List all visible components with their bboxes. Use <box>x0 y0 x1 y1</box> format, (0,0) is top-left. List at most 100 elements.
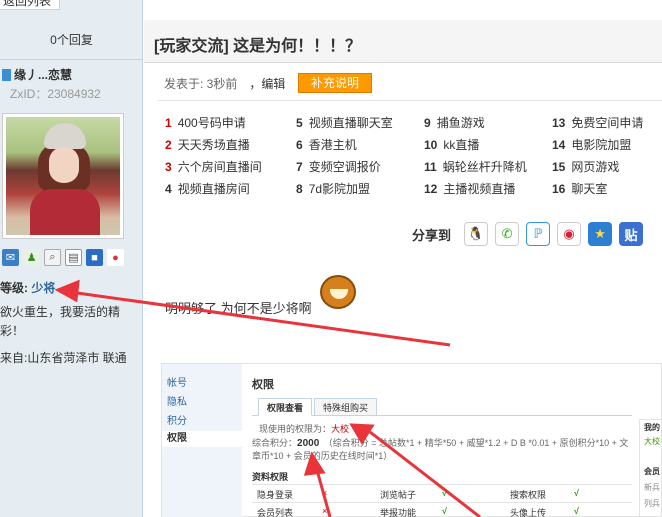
ad-link[interactable]: 6 香港主机 <box>296 136 357 153</box>
ad-link-text[interactable]: kk直播 <box>443 138 479 152</box>
ad-link-number: 11 <box>424 160 437 174</box>
ad-link[interactable]: 7 变频空调报价 <box>296 158 381 175</box>
ad-link-text[interactable]: 天天秀场直播 <box>178 138 250 152</box>
level-value[interactable]: 少将 <box>31 281 55 295</box>
ad-link-text[interactable]: 六个房间直播间 <box>178 160 262 174</box>
user-level: 等级: 少将 <box>0 279 55 296</box>
post-time: 发表于: 3秒前 <box>164 77 238 91</box>
ad-link-number: 14 <box>552 138 566 152</box>
ad-link-text[interactable]: 变频空调报价 <box>309 160 381 174</box>
embed-nav-privacy: 隐私 <box>167 397 187 408</box>
ad-link[interactable]: 3 六个房间直播间 <box>165 158 262 175</box>
embed-tabs: 权限查看 特殊组购买 <box>252 398 632 416</box>
ad-link[interactable]: 1 400号码申请 <box>165 114 246 131</box>
ad-link[interactable]: 4 视频直播房间 <box>165 180 250 197</box>
ad-link[interactable]: 5 视频直播聊天室 <box>296 114 393 131</box>
ad-link-text[interactable]: 电影院加盟 <box>571 138 631 152</box>
mail-icon[interactable]: ✉ <box>2 249 19 266</box>
search-profile-icon[interactable]: ⌕ <box>44 249 61 266</box>
perm-value: 大校 <box>331 424 350 434</box>
share-bar: 分享到 🐧 ✆ ℙ ◉ ★ 贴 <box>412 222 644 246</box>
ad-link-number: 13 <box>552 116 566 130</box>
embed-title: 权限 <box>252 379 274 391</box>
ad-link-number: 1 <box>165 116 172 130</box>
ad-link-number: 7 <box>296 160 303 174</box>
supplement-button[interactable]: 补充说明 <box>298 73 372 93</box>
ad-link-text[interactable]: 7d影院加盟 <box>309 182 370 196</box>
ad-link-text[interactable]: 免费空间申请 <box>571 116 643 130</box>
tieba-icon[interactable]: 贴 <box>619 222 644 246</box>
ad-link[interactable]: 9 捕鱼游戏 <box>424 114 485 131</box>
qzone-star-icon[interactable]: ★ <box>588 222 613 246</box>
embed-section-title: 资料权限 <box>252 472 289 482</box>
table-cell: 搜索权限 <box>510 490 547 500</box>
table-cell: 举报功能 <box>380 508 417 517</box>
avatar[interactable] <box>2 113 124 239</box>
ad-link-number: 10 <box>424 138 438 152</box>
table-cell: 头像上传 <box>510 508 547 517</box>
embed-side-1: 大校 <box>644 437 660 446</box>
post-meta: 发表于: 3秒前 ，编辑 <box>164 75 285 92</box>
ad-link-number: 9 <box>424 116 431 130</box>
table-row: 会员列表 × 举报功能 √ 头像上传 √ <box>252 502 632 517</box>
ad-link[interactable]: 2 天天秀场直播 <box>165 136 250 153</box>
ad-link-text[interactable]: 香港主机 <box>309 138 357 152</box>
table-cell: √ <box>574 488 579 498</box>
qq-icon[interactable]: ● <box>107 249 124 266</box>
table-row: 隐身登录 × 浏览帖子 √ 搜索权限 √ <box>252 484 632 502</box>
ad-link[interactable]: 14 电影院加盟 <box>552 136 631 153</box>
back-to-list-button[interactable]: 返回列表 <box>0 0 61 10</box>
ad-link[interactable]: 8 7d影院加盟 <box>296 180 370 197</box>
ad-link-text[interactable]: 视频直播聊天室 <box>309 116 393 130</box>
ad-link-text[interactable]: 蜗轮丝杆升降机 <box>443 160 527 174</box>
crying-emoji-icon <box>320 275 356 309</box>
ad-link-text[interactable]: 网页游戏 <box>571 160 619 174</box>
ad-link-number: 15 <box>552 160 566 174</box>
user-icon <box>2 69 11 81</box>
ad-link-number: 16 <box>552 182 566 196</box>
embed-side-panel: 我的 大校 会员 新兵 列兵 <box>639 419 662 517</box>
table-cell: 浏览帖子 <box>380 490 417 500</box>
ad-link[interactable]: 10 kk直播 <box>424 136 479 153</box>
user-name[interactable]: 缘丿...恋慧 <box>2 66 72 83</box>
ad-link[interactable]: 11 蜗轮丝杆升降机 <box>424 158 527 175</box>
ad-link-text[interactable]: 捕鱼游戏 <box>437 116 485 130</box>
ad-link-text[interactable]: 400号码申请 <box>178 116 246 130</box>
score-value: 2000 <box>297 438 320 449</box>
embedded-screenshot: 帐号 隐私 积分 权限 权限 权限查看 特殊组购买 现使用的权限为：大校 综合积… <box>161 363 662 517</box>
perm-label: 现使用的权限为： <box>259 424 332 434</box>
edit-link[interactable]: ，编辑 <box>249 77 285 91</box>
qq-share-icon[interactable]: 🐧 <box>464 222 489 246</box>
add-friend-icon[interactable]: ♟ <box>23 249 40 266</box>
post-body-text: 明明够了 为何不是少将啊 <box>165 301 312 316</box>
ad-link[interactable]: 12 主播视频直播 <box>424 180 515 197</box>
ad-link-number: 4 <box>165 182 172 196</box>
user-name-text[interactable]: 缘丿...恋慧 <box>14 68 72 82</box>
ad-link-text[interactable]: 聊天室 <box>571 182 607 196</box>
ad-link[interactable]: 16 聊天室 <box>552 180 607 197</box>
table-cell: √ <box>442 506 447 516</box>
embed-tab-buy: 特殊组购买 <box>314 398 378 416</box>
embed-score: 综合积分：2000 （综合积分 = 总帖数*1 + 精华*50 + 威望*1.2… <box>252 437 632 462</box>
ad-link-text[interactable]: 视频直播房间 <box>178 182 250 196</box>
divider <box>158 100 662 101</box>
group-icon[interactable]: ■ <box>86 249 103 266</box>
embed-side-4: 列兵 <box>644 499 660 508</box>
reply-count: 0个回复 <box>0 20 143 60</box>
sina-weibo-icon[interactable]: ◉ <box>557 222 582 246</box>
ad-link[interactable]: 15 网页游戏 <box>552 158 619 175</box>
table-cell: × <box>322 506 328 516</box>
table-cell: 会员列表 <box>257 508 294 517</box>
tencent-weibo-icon[interactable]: ℙ <box>526 222 551 246</box>
ad-link-text[interactable]: 主播视频直播 <box>443 182 515 196</box>
share-label: 分享到 <box>412 227 452 243</box>
table-cell: √ <box>442 488 447 498</box>
user-motto: 欲火重生，我要活的精彩！ <box>0 305 121 338</box>
ad-link-number: 8 <box>296 182 303 196</box>
wechat-share-icon[interactable]: ✆ <box>495 222 520 246</box>
thread-header: [玩家交流] 这是为何！！！？ <box>144 20 662 63</box>
profile-card-icon[interactable]: ▤ <box>65 249 82 266</box>
ad-link-number: 6 <box>296 138 303 152</box>
embed-side-3: 新兵 <box>644 483 660 492</box>
ad-link[interactable]: 13 免费空间申请 <box>552 114 643 131</box>
